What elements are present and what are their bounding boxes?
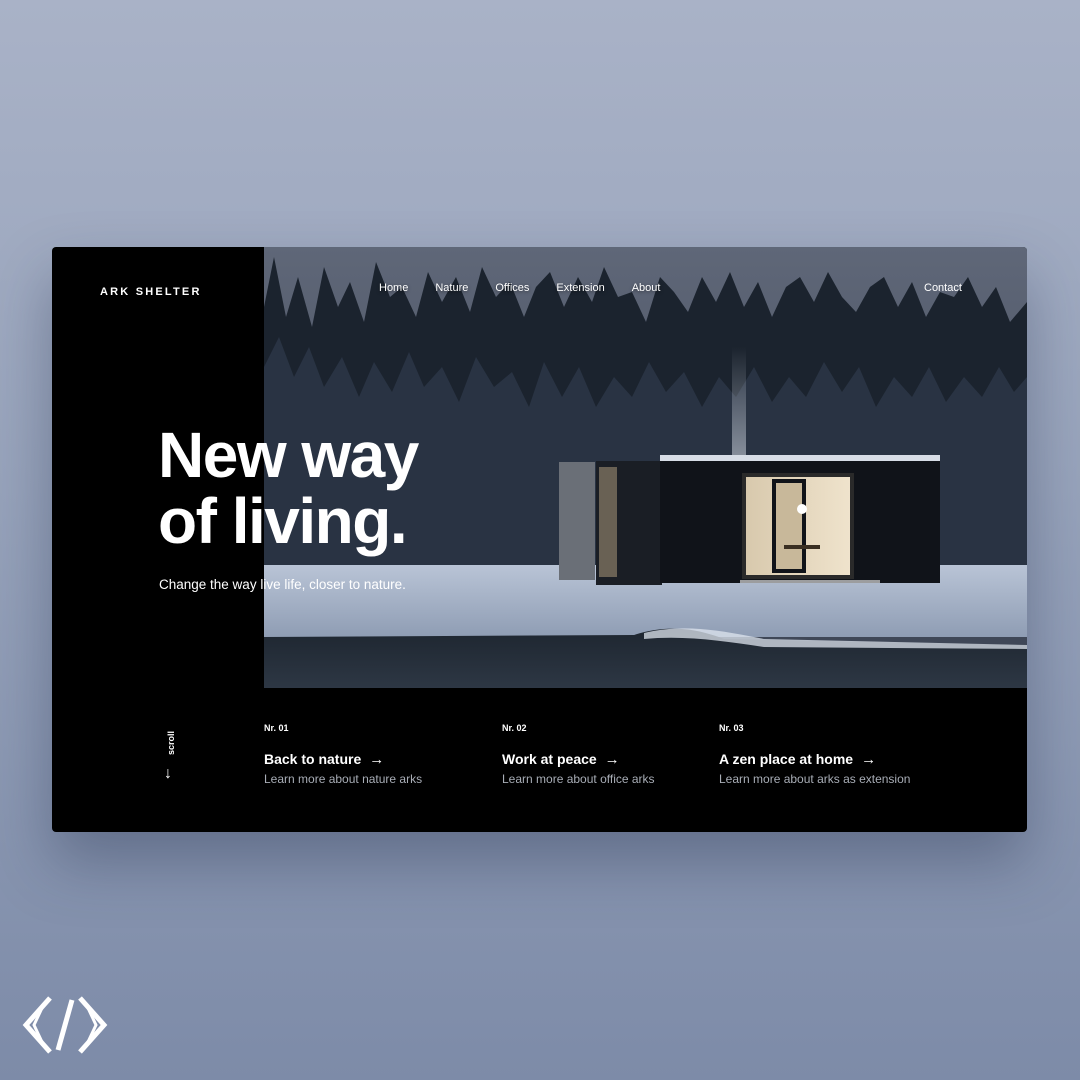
feature-title[interactable]: Back to nature →: [264, 751, 422, 768]
nav-item-extension[interactable]: Extension: [556, 282, 604, 294]
arrow-right-icon: →: [861, 751, 877, 768]
feature-number: Nr. 02: [502, 723, 527, 733]
feature-card-office[interactable]: Nr. 02 Work at peace → Learn more about o…: [502, 723, 655, 786]
arrow-right-icon: →: [604, 751, 620, 768]
nav-item-contact[interactable]: Contact: [924, 282, 962, 294]
feature-title-text: Work at peace: [502, 751, 597, 767]
feature-links: Nr. 01 Back to nature → Learn more about …: [264, 723, 1004, 803]
feature-title[interactable]: Work at peace →: [502, 751, 655, 768]
hero-headline: New way of living.: [158, 419, 419, 557]
landing-page-card: ARK SHELTER Home Nature Offices Extensio…: [52, 247, 1027, 832]
arrow-right-icon: →: [369, 751, 385, 768]
hero-tagline: Change the way live life, closer to natu…: [159, 577, 406, 592]
feature-subtitle[interactable]: Learn more about arks as extension: [719, 772, 910, 786]
feature-title-text: Back to nature: [264, 751, 362, 767]
nav-item-home[interactable]: Home: [379, 282, 408, 294]
feature-subtitle[interactable]: Learn more about office arks: [502, 772, 655, 786]
feature-title-text: A zen place at home: [719, 751, 854, 767]
feature-card-home[interactable]: Nr. 03 A zen place at home → Learn more a…: [719, 723, 910, 786]
main-nav: Home Nature Offices Extension About: [379, 282, 687, 294]
nav-item-about[interactable]: About: [632, 282, 661, 294]
scroll-label: scroll: [166, 730, 176, 755]
hero-headline-line-2: of living.: [158, 485, 408, 557]
feature-card-nature[interactable]: Nr. 01 Back to nature → Learn more about …: [264, 723, 422, 786]
feature-number: Nr. 01: [264, 723, 289, 733]
scroll-indicator[interactable]: scroll ↓: [160, 725, 184, 787]
nav-item-offices[interactable]: Offices: [495, 282, 529, 294]
chevron-slash-logo-icon: [22, 996, 108, 1054]
hero-headline-line-1: New way: [158, 419, 419, 491]
feature-title[interactable]: A zen place at home →: [719, 751, 910, 768]
feature-number: Nr. 03: [719, 723, 744, 733]
nav-item-nature[interactable]: Nature: [435, 282, 468, 294]
arrow-down-icon: ↓: [164, 765, 172, 782]
feature-subtitle[interactable]: Learn more about nature arks: [264, 772, 422, 786]
brand-logo-text[interactable]: ARK SHELTER: [100, 286, 202, 298]
